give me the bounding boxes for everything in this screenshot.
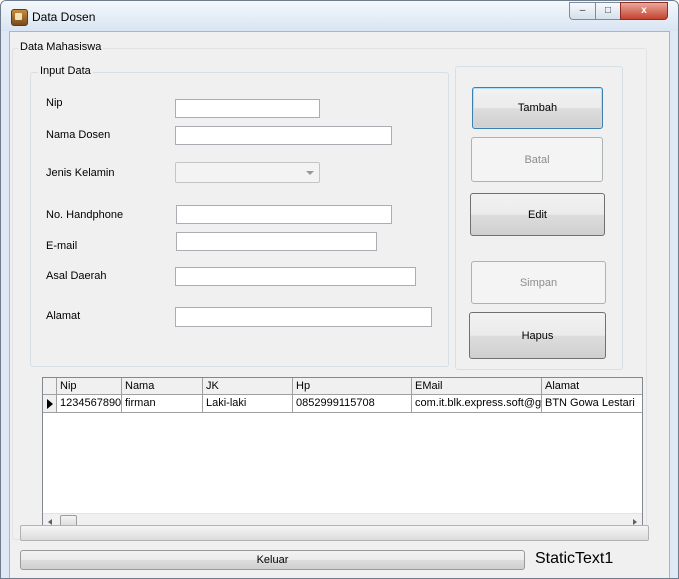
edit-button[interactable]: Edit xyxy=(470,193,605,236)
row-indicator[interactable] xyxy=(43,395,57,413)
chevron-down-icon[interactable] xyxy=(306,171,314,175)
email-input[interactable] xyxy=(176,232,377,251)
jenis-kelamin-combobox[interactable] xyxy=(175,162,320,183)
maximize-button[interactable]: □ xyxy=(595,2,621,20)
static-text: StaticText1 xyxy=(535,550,614,567)
alamat-label: Alamat xyxy=(46,310,81,322)
close-button[interactable]: x xyxy=(620,2,668,20)
row-pointer-icon xyxy=(47,399,53,409)
app-icon xyxy=(11,9,28,26)
nama-dosen-label: Nama Dosen xyxy=(46,129,111,141)
data-grid[interactable]: Nip Nama JK Hp EMail Alamat 1234567890 f… xyxy=(42,377,643,530)
grid-header-email[interactable]: EMail xyxy=(412,378,542,395)
alamat-input[interactable] xyxy=(175,307,432,327)
email-label: E-mail xyxy=(46,240,78,252)
grid-cell-email[interactable]: com.it.blk.express.soft@g xyxy=(412,395,542,413)
grid-cell-hp[interactable]: 0852999115708 xyxy=(293,395,412,413)
progress-bar xyxy=(20,525,649,541)
grid-cell-nip[interactable]: 1234567890 xyxy=(57,395,122,413)
jenis-kelamin-label: Jenis Kelamin xyxy=(46,167,115,179)
simpan-button[interactable]: Simpan xyxy=(471,261,606,304)
app-window: Data Dosen – □ x Data Mahasiswa Input Da… xyxy=(0,0,679,579)
keluar-button[interactable]: Keluar xyxy=(20,550,525,570)
grid-corner-header xyxy=(43,378,57,395)
asal-daerah-label: Asal Daerah xyxy=(46,270,107,282)
batal-button[interactable]: Batal xyxy=(471,137,603,182)
grid-cell-alamat[interactable]: BTN Gowa Lestari xyxy=(542,395,642,413)
nip-input[interactable] xyxy=(175,99,320,118)
grid-header-hp[interactable]: Hp xyxy=(293,378,412,395)
nip-label: Nip xyxy=(46,97,63,109)
group-input-data-label: Input Data xyxy=(38,65,93,77)
nama-dosen-input[interactable] xyxy=(175,126,392,145)
no-handphone-label: No. Handphone xyxy=(46,209,124,221)
no-handphone-input[interactable] xyxy=(176,205,392,224)
asal-daerah-input[interactable] xyxy=(175,267,416,286)
grid-cell-jk[interactable]: Laki-laki xyxy=(203,395,293,413)
title-bar[interactable]: Data Dosen – □ x xyxy=(1,1,678,31)
tambah-button[interactable]: Tambah xyxy=(472,87,603,129)
hapus-button[interactable]: Hapus xyxy=(469,312,606,359)
minimize-button[interactable]: – xyxy=(569,2,596,20)
grid-header-nip[interactable]: Nip xyxy=(57,378,122,395)
grid-header-nama[interactable]: Nama xyxy=(122,378,203,395)
client-area: Data Mahasiswa Input Data Nip Nama Dosen… xyxy=(9,31,670,578)
grid-cell-nama[interactable]: firman xyxy=(122,395,203,413)
window-title: Data Dosen xyxy=(32,10,96,24)
grid-header-jk[interactable]: JK xyxy=(203,378,293,395)
grid-header-alamat[interactable]: Alamat xyxy=(542,378,642,395)
group-data-mahasiswa-label: Data Mahasiswa xyxy=(18,41,104,53)
